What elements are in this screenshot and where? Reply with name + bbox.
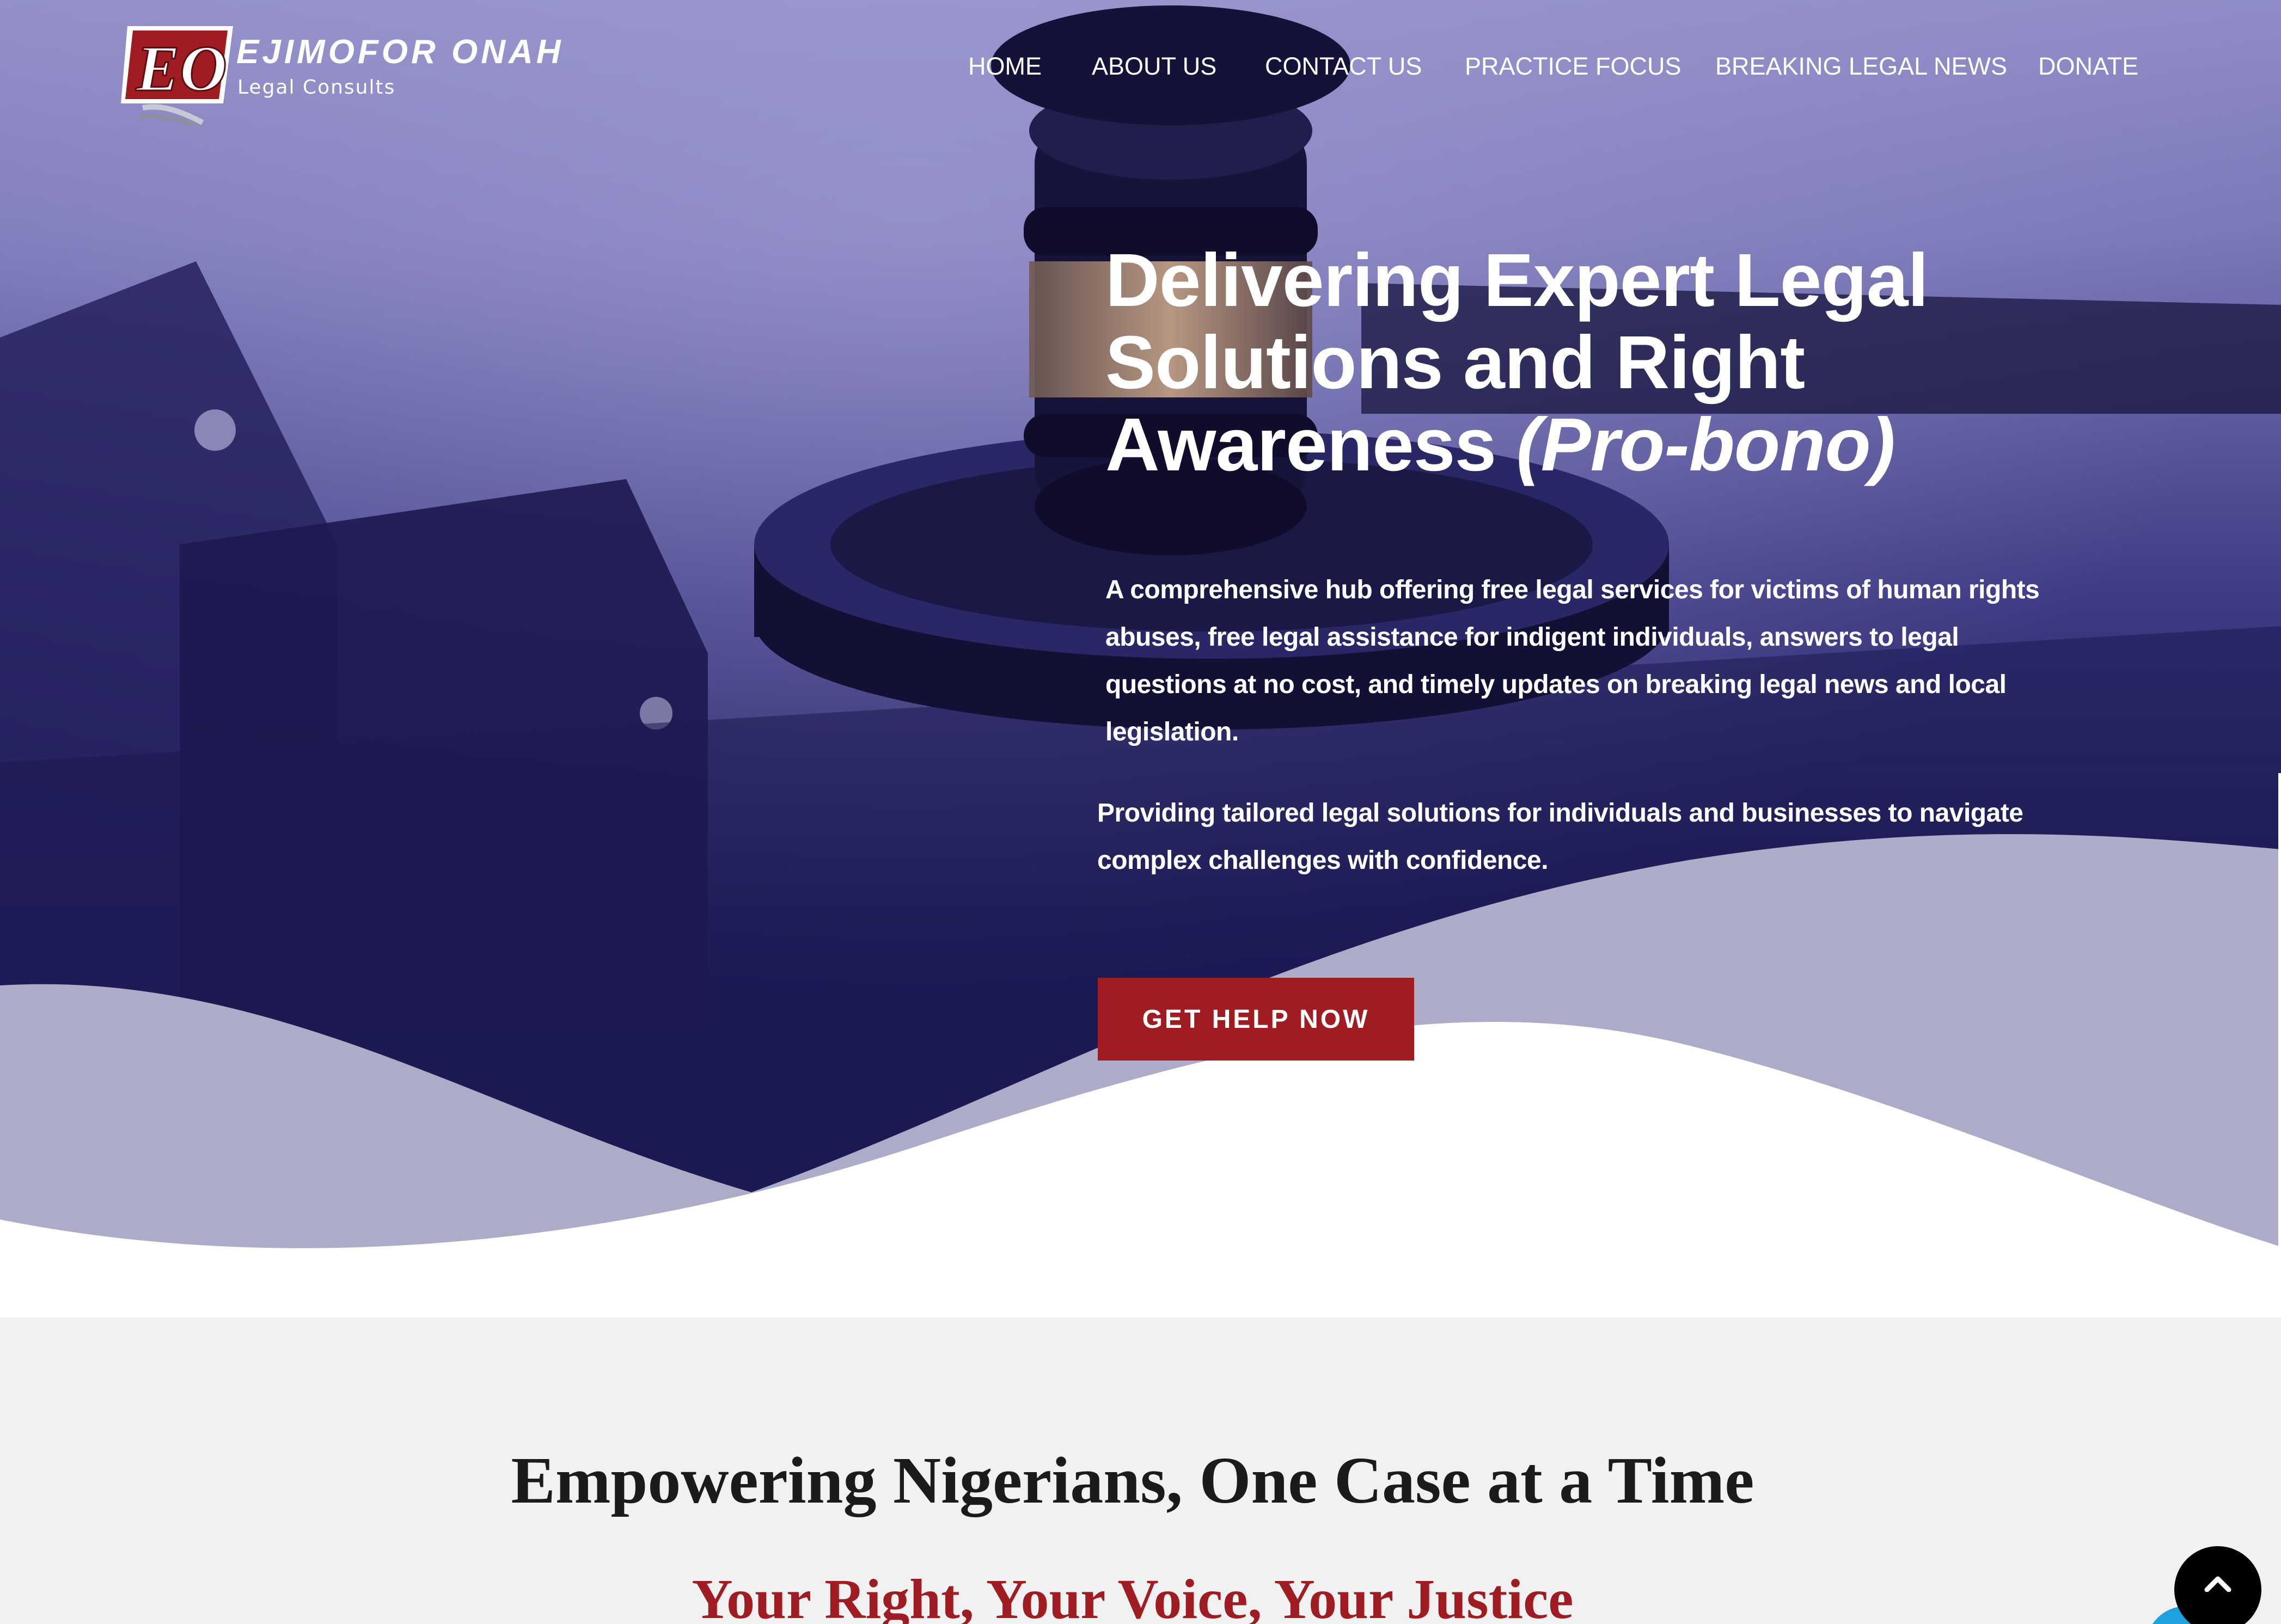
mission-section: Empowering Nigerians, One Case at a Time… <box>0 1317 2281 1624</box>
nav-item-about-us[interactable]: ABOUT US <box>1092 52 1216 81</box>
chevron-up-icon <box>2204 1576 2231 1592</box>
nav-item-breaking-legal-news[interactable]: BREAKING LEGAL NEWS <box>1715 52 2007 81</box>
hero-title-emphasis: (Pro-bono) <box>1516 403 1895 487</box>
nav-item-home[interactable]: HOME <box>968 52 1042 81</box>
main-nav: HOME ABOUT US CONTACT US PRACTICE FOCUS … <box>0 52 2281 90</box>
section-subtitle: Your Right, Your Voice, Your Justice <box>692 1568 1574 1624</box>
get-help-now-button[interactable]: GET HELP NOW <box>1098 978 1414 1061</box>
hero-description: A comprehensive hub offering free legal … <box>1105 575 2040 746</box>
hero-title-line-3-text: Awareness <box>1105 403 1496 487</box>
page-edge-divider <box>2278 773 2281 1317</box>
hero-title-line-3: Awareness (Pro-bono) <box>1105 404 2086 486</box>
hero-title-line-1: Delivering Expert Legal <box>1105 238 1929 322</box>
nav-item-contact-us[interactable]: CONTACT US <box>1265 52 1422 81</box>
nav-item-donate[interactable]: DONATE <box>2038 52 2138 81</box>
nav-item-practice-focus[interactable]: PRACTICE FOCUS <box>1465 52 1681 81</box>
hero-description-secondary: Providing tailored legal solutions for i… <box>1097 799 2023 875</box>
section-title: Empowering Nigerians, One Case at a Time <box>511 1444 1754 1517</box>
hero-title: Delivering Expert Legal Solutions and Ri… <box>1105 240 2086 486</box>
hero-title-line-2: Solutions and Right <box>1105 321 1805 405</box>
hero-section: EO EJIMOFOR ONAH Legal Consults HOME ABO… <box>0 0 2281 1317</box>
